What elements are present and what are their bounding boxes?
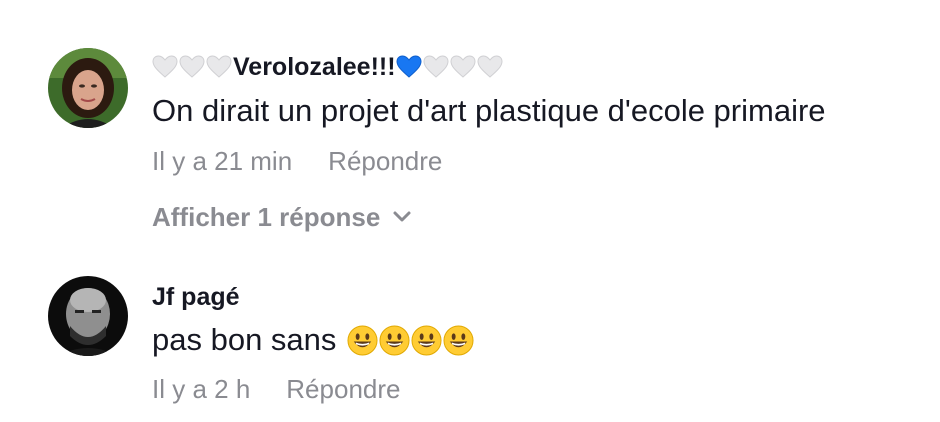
comment-time: Il y a 21 min bbox=[152, 146, 293, 176]
comment-text: pas bon sans bbox=[152, 321, 474, 359]
chevron-down-icon bbox=[393, 211, 411, 222]
grinning-face-icon bbox=[411, 324, 442, 356]
avatar[interactable] bbox=[48, 48, 128, 128]
white-heart-icon bbox=[206, 55, 232, 79]
username-text: Verolozalee!!! bbox=[233, 53, 396, 81]
view-replies-label: Afficher 1 réponse bbox=[152, 202, 381, 232]
grinning-face-icon bbox=[347, 324, 378, 356]
white-heart-icon bbox=[179, 55, 205, 79]
white-heart-icon bbox=[450, 55, 476, 79]
avatar[interactable] bbox=[48, 276, 128, 356]
blue-heart-icon bbox=[396, 55, 422, 79]
comment-meta: Il y a 21 min Répondre bbox=[152, 146, 442, 176]
comment-text-content: pas bon sans bbox=[152, 322, 337, 357]
white-heart-icon bbox=[477, 55, 503, 79]
previous-comment-remnant bbox=[150, 0, 390, 6]
comment-username[interactable]: Verolozalee!!! bbox=[152, 52, 504, 82]
view-replies-button[interactable]: Afficher 1 réponse bbox=[152, 202, 412, 232]
comment-time: Il y a 2 h bbox=[152, 374, 251, 404]
white-heart-icon bbox=[152, 55, 178, 79]
comment-username[interactable]: Jf pagé bbox=[152, 282, 240, 312]
grinning-face-icon bbox=[379, 324, 410, 356]
white-heart-icon bbox=[423, 55, 449, 79]
comment-text: On dirait un projet d'art plastique d'ec… bbox=[152, 93, 826, 128]
reply-button[interactable]: Répondre bbox=[328, 146, 442, 176]
grinning-face-icon bbox=[443, 324, 474, 356]
comment-meta: Il y a 2 h Répondre bbox=[152, 374, 400, 404]
reply-button[interactable]: Répondre bbox=[286, 374, 400, 404]
